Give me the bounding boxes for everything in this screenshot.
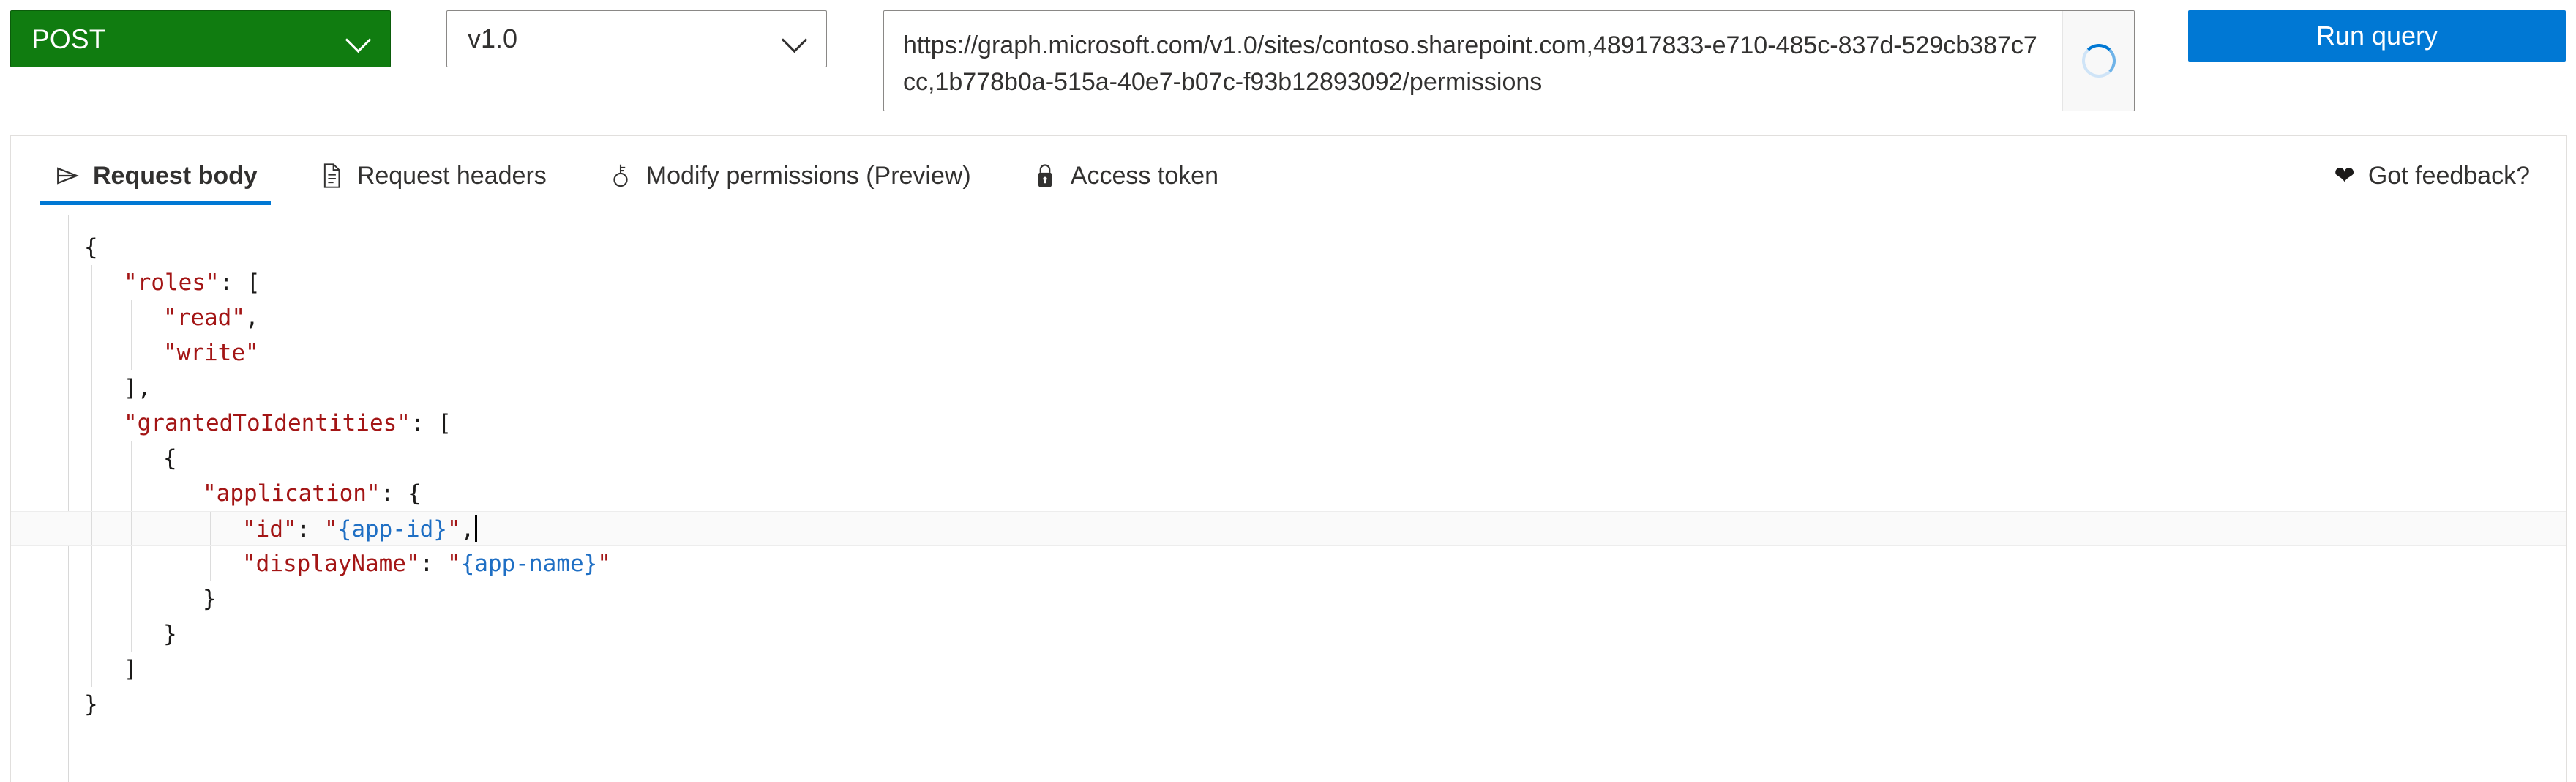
code-token: : {	[380, 480, 422, 507]
request-tab-strip: Request body Request headers Modify perm…	[11, 136, 2566, 215]
code-line-text: "grantedToIdentities": [	[11, 410, 452, 436]
code-line[interactable]: }	[11, 581, 2566, 617]
code-token: "grantedToIdentities"	[124, 410, 411, 436]
code-token: "id"	[242, 516, 297, 543]
tab-label: Request body	[93, 162, 258, 190]
code-token: }	[163, 621, 177, 647]
code-line[interactable]: "displayName": "{app-name}"	[11, 546, 2566, 581]
query-bar: POST v1.0 https://graph.microsoft.com/v1…	[0, 0, 2576, 135]
code-line[interactable]: "grantedToIdentities": [	[11, 406, 2566, 441]
code-line-text: "displayName": "{app-name}"	[11, 551, 611, 577]
request-url-field[interactable]: https://graph.microsoft.com/v1.0/sites/c…	[883, 10, 2135, 111]
code-token: :	[419, 551, 447, 577]
code-token: "	[323, 516, 338, 543]
code-token: "read"	[163, 305, 245, 331]
code-token: :	[296, 516, 324, 543]
code-line-text: "id": "{app-id}",	[11, 515, 478, 543]
code-token: }	[203, 586, 217, 612]
tab-request-body[interactable]: Request body	[34, 136, 277, 215]
chevron-down-icon	[782, 26, 807, 51]
code-line-text: {	[11, 445, 177, 472]
code-line[interactable]: "read",	[11, 300, 2566, 335]
code-line-text: "read",	[11, 305, 259, 331]
code-token: {app-id}	[337, 516, 447, 543]
api-version-value: v1.0	[468, 23, 518, 53]
tab-label: Access token	[1070, 162, 1218, 190]
lock-icon	[1031, 162, 1059, 190]
code-token: : [	[410, 410, 452, 436]
http-method-value: POST	[31, 23, 106, 54]
code-token: }	[84, 691, 98, 718]
code-line-text: }	[11, 586, 217, 612]
chevron-down-icon	[346, 26, 371, 51]
code-line-text: ],	[11, 375, 151, 401]
tab-access-token[interactable]: Access token	[1012, 136, 1238, 215]
json-code-content[interactable]: {"roles": ["read", "write"], "grantedToIde…	[11, 230, 2566, 722]
code-line[interactable]: "write"	[11, 335, 2566, 370]
code-line[interactable]: {	[11, 230, 2566, 265]
tab-label: Request headers	[356, 162, 547, 190]
send-arrow-icon	[53, 162, 81, 190]
code-line[interactable]: }	[11, 687, 2566, 722]
code-token: "displayName"	[242, 551, 420, 577]
code-line-text: "application": {	[11, 480, 422, 507]
code-line[interactable]: "id": "{app-id}",	[11, 511, 2566, 546]
code-line-text: ]	[11, 656, 138, 682]
code-line[interactable]: "roles": [	[11, 265, 2566, 300]
code-line[interactable]: ]	[11, 652, 2566, 687]
code-token: : [	[219, 269, 261, 296]
code-line-text: "write"	[11, 340, 259, 366]
request-panel: Request body Request headers Modify perm…	[10, 135, 2567, 782]
code-line-text: {	[11, 234, 98, 261]
code-line[interactable]: ],	[11, 370, 2566, 406]
url-loading-container	[2062, 11, 2134, 111]
run-query-button[interactable]: Run query	[2188, 10, 2566, 62]
code-token: {	[84, 234, 98, 261]
code-line-text: }	[11, 691, 98, 718]
code-line-text: "roles": [	[11, 269, 261, 296]
code-line-text: }	[11, 621, 177, 647]
loading-spinner-icon	[2081, 44, 2116, 78]
tab-modify-permissions[interactable]: Modify permissions (Preview)	[588, 136, 990, 215]
key-icon	[607, 162, 634, 190]
code-line[interactable]: {	[11, 441, 2566, 476]
code-token: ],	[124, 375, 151, 401]
document-list-icon	[318, 162, 345, 190]
code-token: "	[597, 551, 611, 577]
api-version-select[interactable]: v1.0	[446, 10, 827, 67]
tab-request-headers[interactable]: Request headers	[299, 136, 566, 215]
got-feedback-link[interactable]: ❤ Got feedback?	[2319, 136, 2545, 215]
code-token: {app-name}	[460, 551, 598, 577]
code-token: ,	[460, 516, 475, 543]
http-method-select[interactable]: POST	[10, 10, 391, 67]
code-token: "	[446, 516, 461, 543]
code-line[interactable]: "application": {	[11, 476, 2566, 511]
request-body-editor[interactable]: {"roles": ["read", "write"], "grantedToIde…	[11, 215, 2566, 782]
code-token: {	[163, 445, 177, 472]
heart-icon: ❤	[2334, 162, 2355, 190]
code-token: ]	[124, 656, 138, 682]
text-cursor	[475, 515, 478, 542]
code-token: ,	[244, 305, 259, 331]
code-token: "	[446, 551, 461, 577]
code-token: "roles"	[124, 269, 220, 296]
got-feedback-label: Got feedback?	[2367, 161, 2530, 190]
code-token: "application"	[203, 480, 381, 507]
tab-label: Modify permissions (Preview)	[645, 162, 971, 190]
request-url-input[interactable]: https://graph.microsoft.com/v1.0/sites/c…	[884, 11, 2062, 111]
code-line[interactable]: }	[11, 617, 2566, 652]
code-token: "write"	[163, 340, 259, 366]
